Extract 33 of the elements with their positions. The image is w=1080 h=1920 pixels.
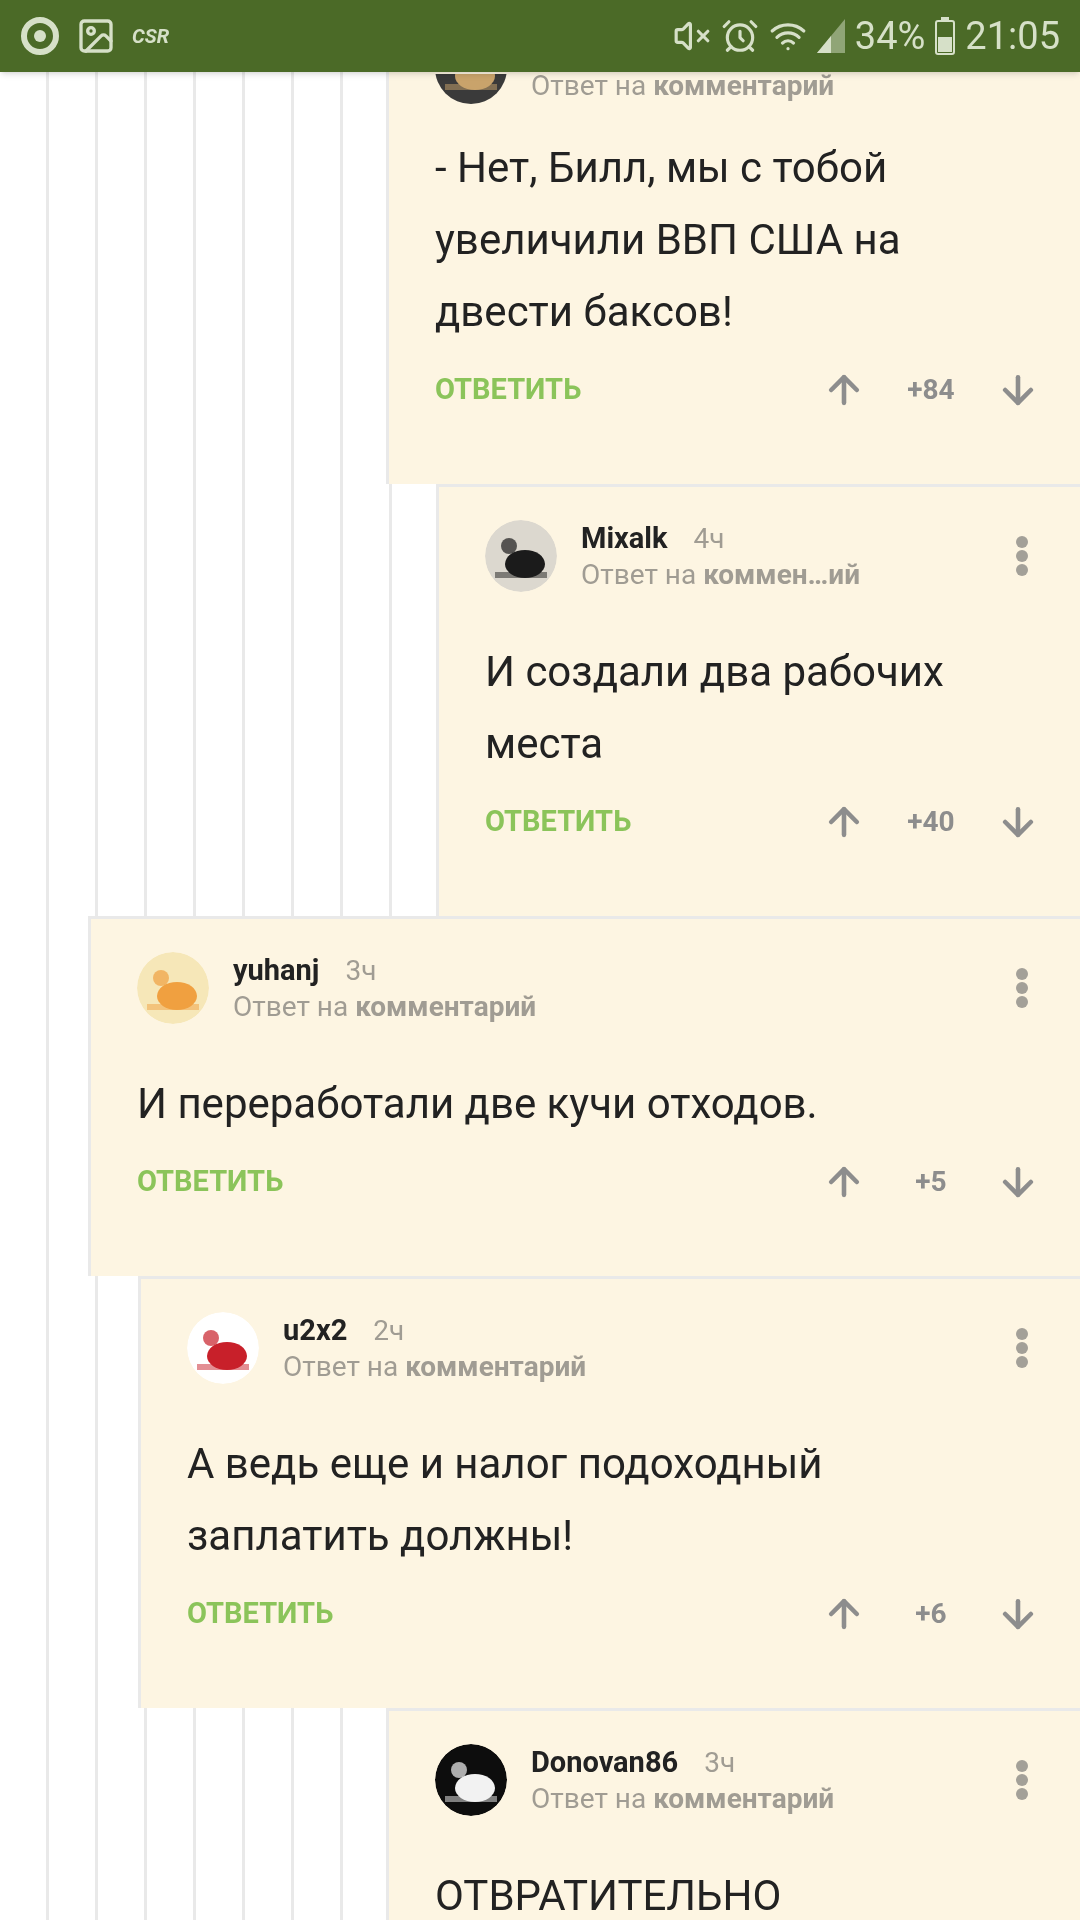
more-icon bbox=[1015, 1759, 1029, 1801]
comment-text: И создали два рабочих места bbox=[485, 646, 945, 770]
app-label: CSR bbox=[132, 23, 170, 50]
more-icon bbox=[1015, 1327, 1029, 1369]
author-name[interactable]: Mixalk bbox=[581, 519, 668, 556]
reply-to-text: Ответ на комментарий bbox=[531, 1780, 836, 1817]
comment-time: 3ч bbox=[345, 952, 377, 989]
score: +40 bbox=[906, 804, 956, 840]
author-name[interactable]: yuhanj bbox=[233, 951, 320, 988]
comment-text: И переработали две кучи отходов. bbox=[137, 1078, 819, 1130]
score: +6 bbox=[914, 1596, 948, 1632]
score: +84 bbox=[906, 372, 956, 408]
alarm-icon bbox=[720, 17, 759, 55]
reply-to-text: Ответ на комментарий bbox=[233, 988, 538, 1025]
clock: 21:05 bbox=[965, 12, 1060, 60]
battery-icon bbox=[935, 17, 956, 55]
more-icon bbox=[1015, 967, 1029, 1009]
author-name[interactable]: Donovan86 bbox=[531, 1743, 679, 1780]
reply-to-text: Ответ на коммен…ий bbox=[581, 556, 862, 593]
comment-text: А ведь еще и налог подоходный заплатить должны! bbox=[187, 1438, 824, 1562]
image-icon bbox=[76, 16, 116, 56]
reply-to-text: Ответ на комментарий bbox=[531, 68, 836, 104]
comment-text: ОТВРАТИТЕЛЬНО bbox=[435, 1870, 783, 1920]
comment-text: - Нет, Билл, мы с тобой увеличили ВВП США на двести баксов! bbox=[435, 142, 902, 338]
comment-time: 2ч bbox=[373, 1312, 405, 1349]
signal-icon bbox=[816, 19, 845, 53]
reply-to-text: Ответ на комментарий bbox=[283, 1348, 588, 1385]
battery-percent: 34% bbox=[854, 12, 926, 60]
score: +5 bbox=[914, 1164, 948, 1200]
author-name[interactable]: u2x2 bbox=[283, 1311, 348, 1348]
comment-time: 4ч bbox=[693, 520, 725, 557]
more-icon bbox=[1015, 535, 1029, 577]
comment-time: 3ч bbox=[704, 1744, 736, 1781]
